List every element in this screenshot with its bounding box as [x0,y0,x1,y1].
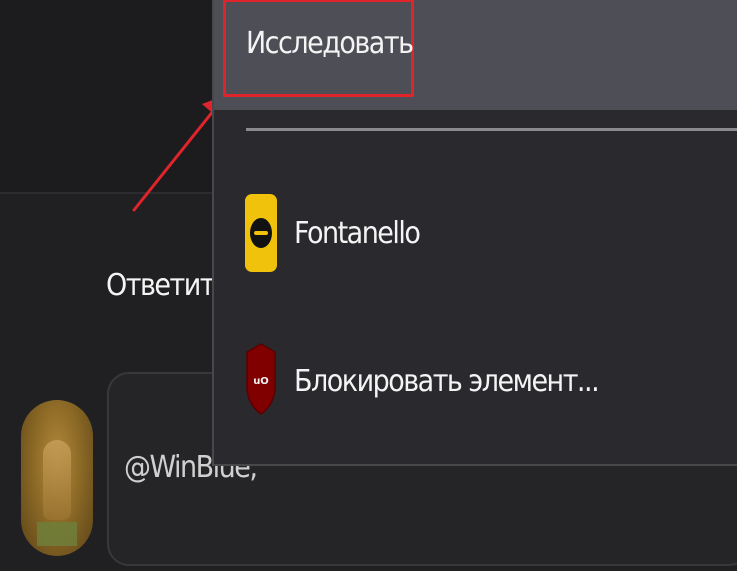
menu-item-block-element[interactable]: uO Блокировать элемент... [214,334,737,430]
svg-text:uO: uO [253,376,269,387]
fontanello-icon-mark [254,231,268,235]
avatar-base [37,522,77,546]
menu-item-fontanello-label: Fontanello [294,216,421,251]
ublock-icon: uO [246,343,276,415]
menu-item-fontanello[interactable]: Fontanello [214,186,737,282]
menu-separator [246,128,737,131]
avatar-figure [43,440,71,520]
context-menu: Исследовать Fontanello uO Блокировать эл… [212,0,737,466]
fontanello-icon [245,194,277,272]
avatar[interactable] [21,400,93,556]
menu-item-block-element-label: Блокировать элемент... [294,364,600,399]
menu-item-inspect-label: Исследовать [246,26,414,61]
menu-item-inspect[interactable]: Исследовать [214,0,737,110]
reply-link[interactable]: Ответить [106,268,230,303]
